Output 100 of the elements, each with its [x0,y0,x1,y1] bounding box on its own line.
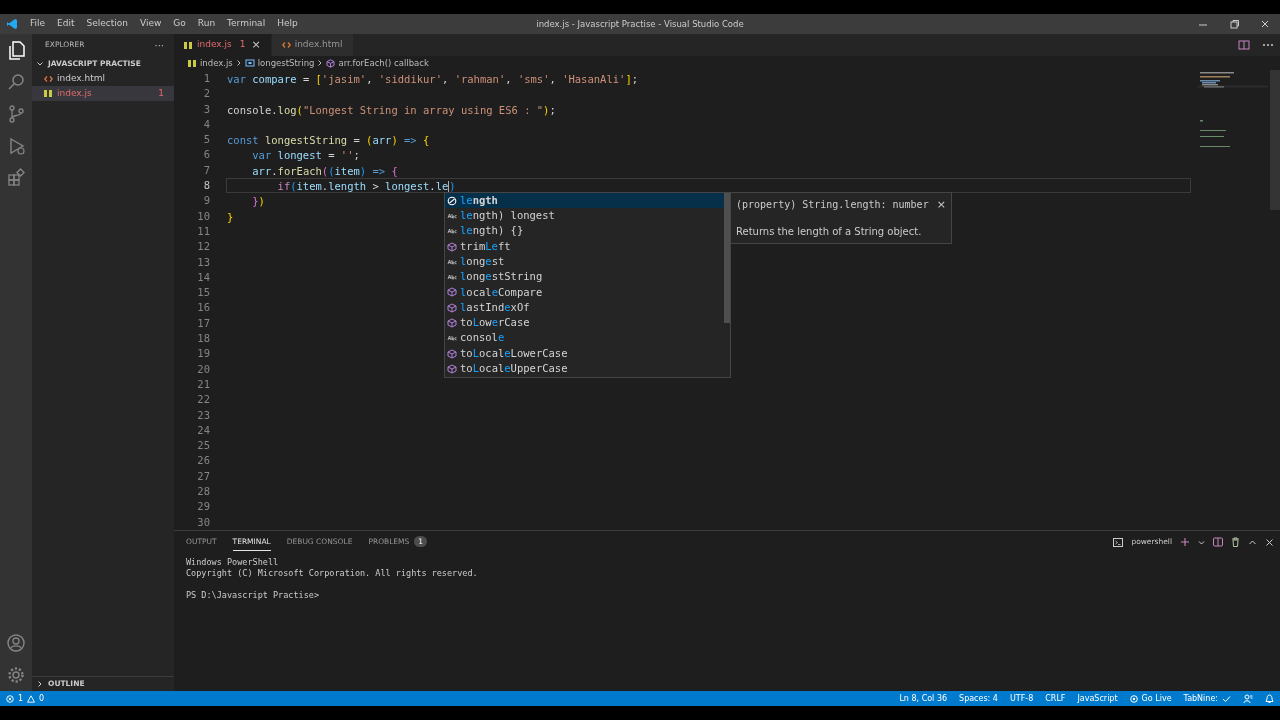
editor-tab[interactable]: index.html [271,34,354,56]
suggestion-item[interactable]: longest [445,254,724,270]
close-icon[interactable] [1265,537,1274,547]
cube-icon [447,318,457,328]
suggestion-item[interactable]: length) {} [445,223,724,239]
menu-item[interactable]: Edit [51,17,81,31]
line-number: 4 [202,116,210,132]
source-control-icon[interactable] [6,104,26,124]
line-number: 29 [196,499,210,515]
word-icon [447,272,457,283]
suggestion-item[interactable]: toLocaleUpperCase [445,361,724,377]
terminal-icon [1113,537,1124,547]
bell-icon[interactable] [1265,693,1274,704]
breadcrumb-item[interactable]: longestString [257,56,315,70]
suggestion-item[interactable]: longestString [445,269,724,285]
suggestion-item[interactable]: trimLeft [445,238,724,255]
terminal-line: Copyright (C) Microsoft Corporation. All rights reserved. [186,568,479,579]
js-file-icon [44,90,53,97]
line-number: 30 [196,514,210,530]
feedback-icon[interactable] [1243,693,1253,704]
code-line: } [227,209,234,225]
more-actions-button[interactable]: ··· [154,37,164,53]
suggestion-item[interactable]: lastIndexOf [445,300,724,316]
line-number: 8 [202,178,210,194]
chevron-icon [317,59,324,67]
vscode-logo-icon [6,18,18,30]
split-terminal-icon[interactable] [1213,537,1223,547]
line-number: 14 [196,269,210,285]
line-number: 6 [202,147,210,163]
line-number: 19 [196,346,210,362]
explorer-entry[interactable]: index.html [32,71,174,86]
line-number: 7 [202,162,210,178]
cube-icon [447,302,457,313]
html-file-icon [44,74,53,83]
line-number: 18 [196,331,210,347]
code-line: var compare = ['jasim', 'siddikur', 'rahman', 'sms', 'HasanAli']; [227,72,639,87]
suggestion-item[interactable]: length [445,193,724,209]
search-icon[interactable] [6,72,26,92]
line-number: 9 [202,193,210,209]
plus-icon[interactable] [1180,537,1190,547]
description: Returns the length of a String object. [736,224,923,239]
suggestion-item[interactable]: length) longest [445,208,724,224]
js-file-icon [188,59,197,67]
line-number: 13 [196,254,210,270]
problems-status[interactable]: 1 0 [6,692,45,705]
word-icon [447,226,457,237]
settings-icon[interactable] [6,665,26,685]
suggestion-item[interactable]: console [445,330,724,346]
menu-item[interactable]: Selection [80,17,134,31]
close-button[interactable]: × [936,197,946,214]
account-icon[interactable] [6,633,26,653]
warning-icon [27,694,36,703]
breadcrumb-item[interactable]: arr.forEach() callback [338,56,429,70]
suggestion-item[interactable]: localeCompare [445,284,724,301]
variable-icon [244,59,255,67]
extensions-icon[interactable] [6,168,26,188]
line-number: 16 [196,300,210,316]
go-live-button[interactable]: Go Live [1129,692,1172,705]
trash-icon[interactable] [1231,537,1240,547]
suggestion-item[interactable]: toLocaleLowerCase [445,345,724,362]
line-number: 2 [202,86,210,102]
tabnine-status[interactable]: TabNine: [1183,692,1231,705]
status-item[interactable]: UTF-8 [1009,692,1034,705]
line-number: 12 [196,239,210,255]
broadcast-icon [1129,694,1138,703]
line-number: 3 [202,101,210,117]
line-number: 25 [196,438,210,454]
status-item[interactable]: CRLF [1045,692,1066,705]
word-icon [447,333,457,344]
breadcrumb-item[interactable]: index.js [200,56,233,70]
code-line: const longestString = (arr) => { [227,133,430,149]
status-item[interactable]: Spaces: 4 [959,692,998,705]
line-number: 20 [196,361,210,377]
explorer-entry[interactable]: index.js 1 [32,86,174,101]
line-number: 26 [196,453,210,469]
code-line: }) [251,194,265,210]
line-number: 28 [196,484,210,499]
menu-item[interactable]: Terminal [221,17,272,31]
chevron-down-icon[interactable] [1198,538,1205,546]
split-editor-icon[interactable] [1238,39,1250,51]
menu-item[interactable]: Help [271,17,304,31]
cube-icon [447,241,457,252]
files-icon[interactable] [6,40,26,60]
menu-item[interactable]: Go [167,17,192,31]
line-number: 27 [196,468,210,484]
status-item[interactable]: Ln 8, Col 36 [899,692,948,705]
menu-item[interactable]: View [134,17,168,31]
line-number: 17 [196,315,210,331]
terminal-line: Windows PowerShell [186,557,280,568]
cube-icon [447,348,457,359]
line-number: 11 [196,223,210,239]
code-line: var longest = ''; [251,148,360,164]
cube-icon [447,363,457,374]
code-line: console.log("Longest String in array using ES6 : "); [227,102,556,118]
menu-item[interactable]: Run [191,17,222,31]
status-item[interactable]: JavaScript [1077,692,1118,705]
suggestion-item[interactable]: toLowerCase [445,315,724,331]
editor-tab[interactable]: index.js 1 × [174,34,272,56]
terminal-line: PS D:\Javascript Practise> [186,590,321,601]
menu-item[interactable]: File [24,17,52,31]
